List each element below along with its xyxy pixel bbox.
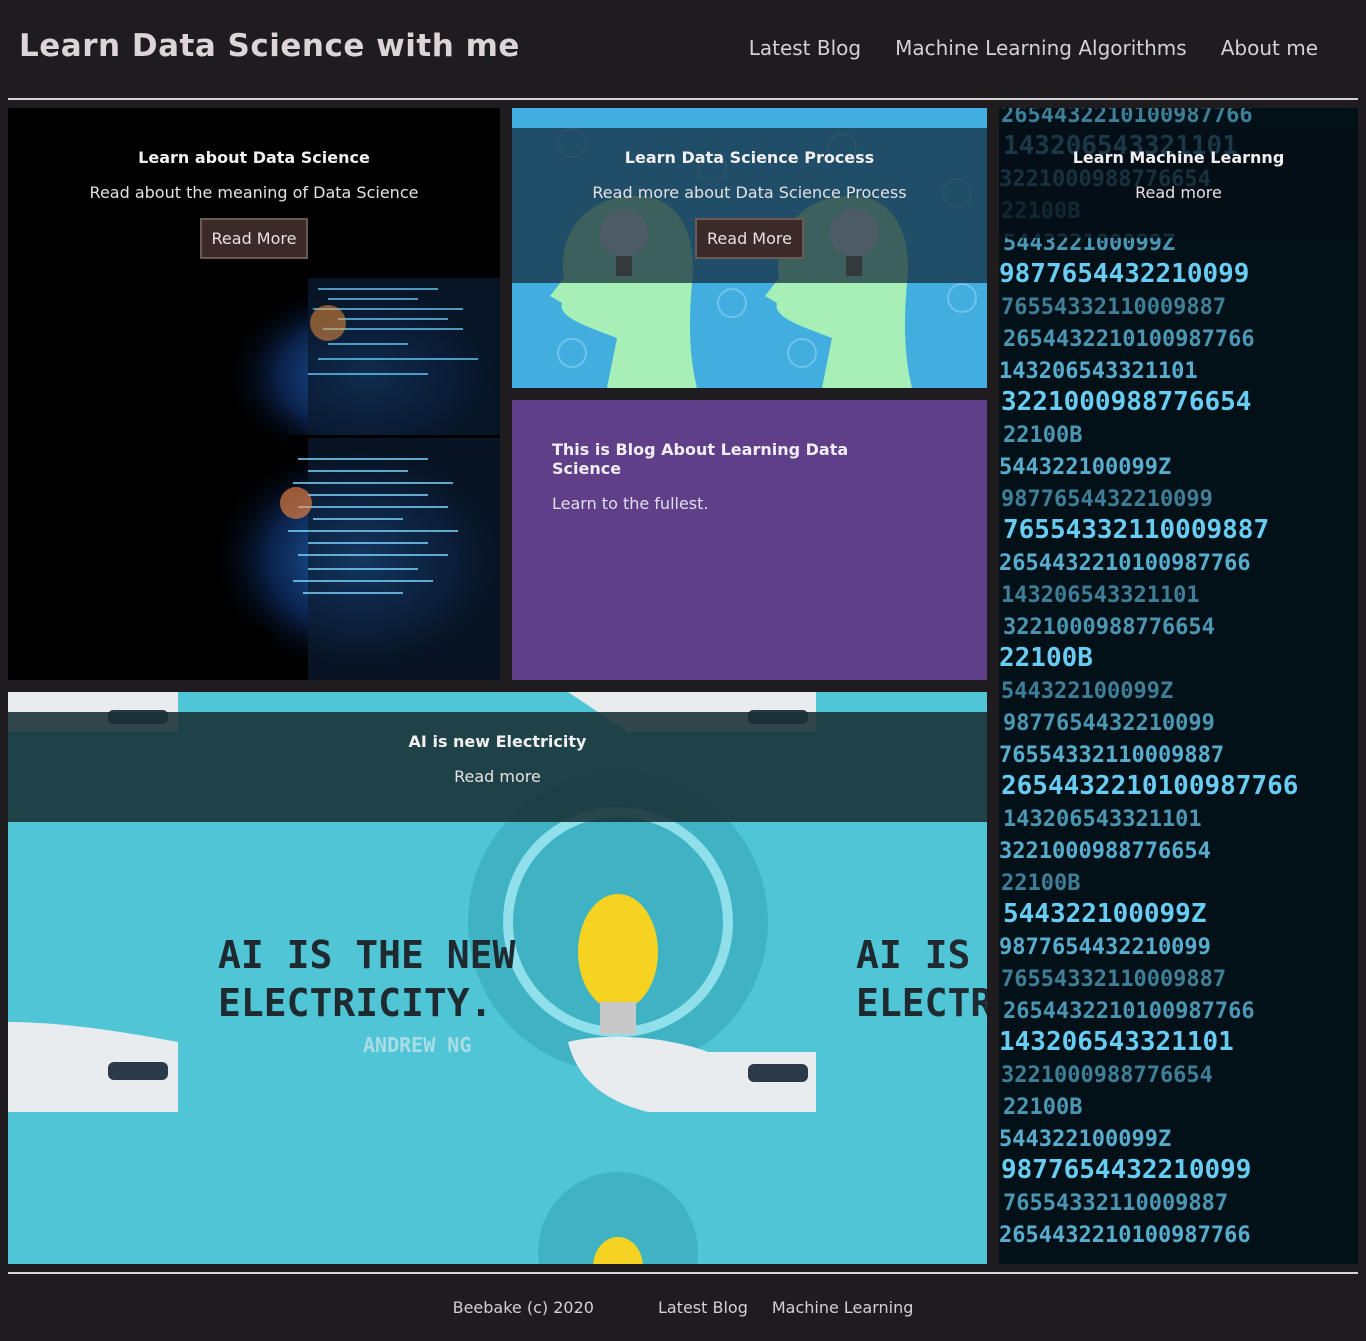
card-machine-learning[interactable]: 2654432210100987766 143206543321101 322100… — [999, 108, 1358, 1264]
digit-row: 143206543321101 — [999, 359, 1198, 384]
digit-row: 9877654432210099 — [1001, 1155, 1251, 1185]
digit-row: 3221000988776654 — [1001, 387, 1251, 417]
card-overlay: Learn Data Science Process Read more abo… — [512, 128, 987, 283]
footer-link-machine-learning[interactable]: Machine Learning — [772, 1298, 914, 1317]
digit-row: 9877654432210099 — [999, 935, 1211, 960]
digit-row: 2654432210100987766 — [1001, 108, 1253, 128]
card-read-more-link[interactable]: Read more — [454, 767, 541, 786]
digit-row: 544322100099Z — [1001, 679, 1173, 704]
nav-about-me[interactable]: About me — [1221, 36, 1318, 60]
card-read-more-link[interactable]: Read more — [1135, 183, 1222, 202]
card-overlay: Learn Machine Learnng Read more — [999, 128, 1358, 238]
digit-row: 9877654432210099 — [999, 259, 1249, 289]
card-data-science[interactable]: Learn about Data Science Read about the … — [8, 108, 500, 680]
digit-row: 9877654432210099 — [1003, 711, 1215, 736]
digit-row: 3221000988776654 — [1001, 1063, 1213, 1088]
digit-row: 76554332110009887 — [999, 743, 1224, 768]
card-blog-intro: This is Blog About Learning Data Science… — [512, 400, 987, 680]
card-title: Learn about Data Science — [138, 148, 370, 167]
quote-line-2: ELECTRICITY. — [218, 981, 493, 1025]
card-overlay: Learn about Data Science Read about the … — [8, 128, 500, 278]
digit-row: 76554332110009887 — [1003, 515, 1269, 545]
digit-row: 3221000988776654 — [1003, 615, 1215, 640]
digit-row: 76554332110009887 — [1001, 967, 1226, 992]
digit-row: 22100B — [999, 643, 1093, 673]
footer-divider — [8, 1272, 1358, 1274]
digit-row: 143206543321101 — [999, 1027, 1234, 1057]
digit-row: 544322100099Z — [1003, 899, 1207, 929]
digit-row: 76554332110009887 — [1003, 1191, 1228, 1216]
main-nav: Latest Blog Machine Learning Algorithms … — [749, 36, 1318, 60]
card-title: Learn Data Science Process — [624, 148, 875, 167]
card-title: Learn Machine Learnng — [1072, 148, 1285, 167]
blog-intro-title: This is Blog About Learning Data Science — [552, 440, 849, 478]
card-description: Read about the meaning of Data Science — [89, 183, 419, 202]
digit-row: 143206543321101 — [1003, 807, 1202, 832]
site-title[interactable]: Learn Data Science with me — [19, 28, 520, 64]
card-data-science-process[interactable]: Learn Data Science Process Read more abo… — [512, 108, 987, 388]
digit-row: 22100B — [1003, 1095, 1082, 1120]
card-ai-electricity[interactable]: AI IS THE NEW ELECTRICITY. ANDREW NG AI … — [8, 692, 987, 1264]
digits-image: 2654432210100987766 143206543321101 322100… — [999, 108, 1358, 1264]
quote-author: ANDREW NG — [363, 1033, 471, 1057]
digit-row: 3221000988776654 — [999, 839, 1211, 864]
blog-intro-text: Learn to the fullest. — [552, 494, 709, 513]
quote-partial-2: ELECTR — [856, 981, 987, 1025]
digit-row: 544322100099Z — [999, 1127, 1171, 1152]
digit-row: 9877654432210099 — [1001, 487, 1213, 512]
quote-line-1: AI IS THE NEW — [218, 933, 516, 977]
nav-latest-blog[interactable]: Latest Blog — [749, 36, 861, 60]
digit-row: 143206543321101 — [1001, 583, 1200, 608]
quote-partial-1: AI IS T — [856, 933, 987, 977]
digit-row: 2654432210100987766 — [1001, 771, 1298, 801]
footer-copyright: Beebake (c) 2020 — [452, 1298, 594, 1317]
card-title: AI is new Electricity — [408, 732, 587, 751]
card-overlay: AI is new Electricity Read more — [8, 712, 987, 822]
digit-row: 22100B — [1001, 871, 1080, 896]
digit-row: 2654432210100987766 — [999, 1223, 1251, 1248]
digit-row: 76554332110009887 — [1001, 295, 1226, 320]
footer-link-latest-blog[interactable]: Latest Blog — [658, 1298, 748, 1317]
read-more-button[interactable]: Read More — [199, 218, 309, 259]
digit-row: 22100B — [1003, 423, 1082, 448]
header-divider — [8, 98, 1358, 100]
nav-ml-algorithms[interactable]: Machine Learning Algorithms — [895, 36, 1187, 60]
digit-row: 2654432210100987766 — [999, 551, 1251, 576]
card-description: Read more about Data Science Process — [592, 183, 907, 202]
read-more-button[interactable]: Read More — [695, 218, 804, 259]
digit-row: 544322100099Z — [999, 455, 1171, 480]
footer: Beebake (c) 2020 Latest Blog Machine Lea… — [0, 1298, 1366, 1317]
digit-row: 2654432210100987766 — [1003, 999, 1255, 1024]
digit-row: 2654432210100987766 — [1003, 327, 1255, 352]
